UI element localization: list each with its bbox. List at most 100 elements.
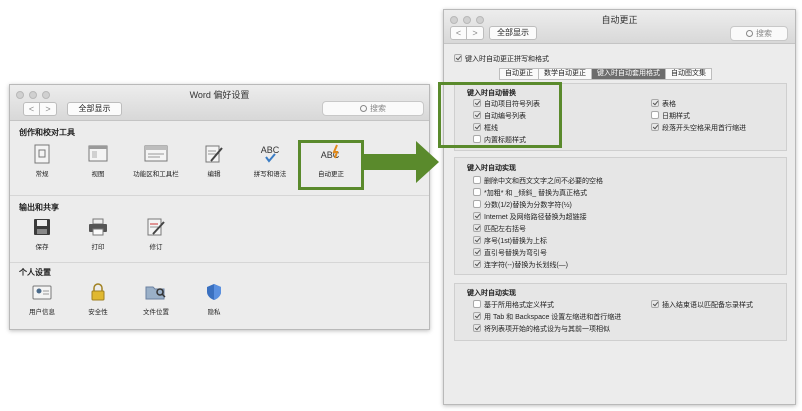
checkbox-row[interactable]: 段落开头空格采用首行缩进: [651, 123, 746, 133]
window-title: Word 偏好设置: [189, 90, 250, 100]
pref-spelling[interactable]: ABC 拼写和语法: [240, 143, 300, 178]
checkbox[interactable]: [473, 188, 481, 196]
back-button[interactable]: <: [23, 102, 40, 116]
checkbox-label: 分数(1/2)替换为分数字符(½): [484, 202, 572, 209]
tab-autoformat-as-you-type[interactable]: 键入时自动套用格式: [592, 68, 666, 80]
security-icon: [91, 283, 105, 301]
track-changes-icon: [147, 218, 165, 236]
checkbox[interactable]: [473, 236, 481, 244]
tab-math-autocorrect[interactable]: 数学自动更正: [539, 68, 592, 80]
search-icon: [360, 105, 367, 112]
search-placeholder: 搜索: [756, 29, 772, 38]
checkbox-label: 删除中文和西文文字之间不必要的空格: [484, 178, 603, 185]
checkbox-row[interactable]: 插入结束语以匹配备忘录样式: [651, 300, 753, 310]
pref-print[interactable]: 打印: [68, 216, 128, 251]
checkbox-row[interactable]: 序号(1st)替换为上标: [473, 236, 547, 246]
title-bar: 自动更正 < > 全部显示 搜索: [444, 10, 795, 44]
checkbox[interactable]: [473, 312, 481, 320]
pref-general[interactable]: 常规: [12, 143, 72, 178]
search-input[interactable]: 搜索: [730, 26, 788, 41]
section-output-sharing: 输出和共享 保存 打印 修订: [10, 196, 429, 263]
pref-label: 用户信息: [29, 309, 55, 316]
autocorrect-as-you-type-checkbox[interactable]: 键入时自动更正拼写和格式: [454, 54, 549, 64]
pref-label: 视图: [91, 171, 105, 178]
checkbox-row[interactable]: 日期样式: [651, 111, 690, 121]
checkbox[interactable]: [651, 300, 659, 308]
show-all-button[interactable]: 全部显示: [489, 26, 537, 40]
checkbox[interactable]: [473, 300, 481, 308]
pref-privacy[interactable]: 隐私: [184, 281, 244, 316]
spelling-icon: ABC: [261, 145, 280, 163]
checkbox[interactable]: [473, 176, 481, 184]
pref-ribbon[interactable]: 功能区和工具栏: [126, 143, 186, 178]
checkbox-row[interactable]: Internet 及网络路径替换为超链接: [473, 212, 587, 222]
pref-label: 安全性: [88, 309, 108, 316]
checkbox[interactable]: [651, 111, 659, 119]
show-all-button[interactable]: 全部显示: [67, 102, 122, 116]
title-bar: Word 偏好设置 < > 全部显示 搜索: [10, 85, 429, 121]
pref-label: 常规: [35, 171, 49, 178]
pref-label: 编辑: [207, 171, 221, 178]
section-title: 个人设置: [19, 268, 51, 277]
checkbox-label: 插入结束语以匹配备忘录样式: [662, 302, 753, 309]
view-icon: [88, 145, 108, 162]
checkbox[interactable]: [473, 212, 481, 220]
checkbox-row[interactable]: *加粗* 和 _倾斜_ 替换为真正格式: [473, 188, 587, 198]
checkbox[interactable]: [473, 200, 481, 208]
checkbox[interactable]: [473, 224, 481, 232]
checkbox-label: 用 Tab 和 Backspace 设置左缩进和首行缩进: [484, 314, 622, 321]
checkbox-label: 直引号替换为弯引号: [484, 250, 547, 257]
pref-label: 保存: [35, 244, 49, 251]
checkbox-row[interactable]: 将列表项开始的格式设为与其前一项相似: [473, 324, 610, 334]
word-preferences-window: Word 偏好设置 < > 全部显示 搜索 创作和校对工具 常规 视图 功能区和…: [9, 84, 430, 330]
section-title: 创作和校对工具: [19, 128, 75, 137]
pref-track-changes[interactable]: 修订: [126, 216, 186, 251]
checkbox-row[interactable]: 表格: [651, 99, 676, 109]
checkbox-row[interactable]: 匹配左右括号: [473, 224, 526, 234]
section-title: 输出和共享: [19, 203, 59, 212]
checkbox-row[interactable]: 直引号替换为弯引号: [473, 248, 547, 258]
pref-save[interactable]: 保存: [12, 216, 72, 251]
checkbox-label: 匹配左右括号: [484, 226, 526, 233]
checkbox-label: 基于所用格式定义样式: [484, 302, 554, 309]
pref-view[interactable]: 视图: [68, 143, 128, 178]
window-title: 自动更正: [601, 15, 638, 25]
pref-label: 拼写和语法: [253, 171, 287, 178]
tab-autotext[interactable]: 自动图文集: [666, 68, 712, 80]
forward-button[interactable]: >: [467, 26, 484, 40]
checkbox-row[interactable]: 分数(1/2)替换为分数字符(½): [473, 200, 572, 210]
pref-edit[interactable]: 编辑: [184, 143, 244, 178]
forward-button[interactable]: >: [40, 102, 57, 116]
pref-file-locations[interactable]: 文件位置: [126, 281, 186, 316]
checkbox[interactable]: [473, 248, 481, 256]
checkbox-label: *加粗* 和 _倾斜_ 替换为真正格式: [484, 190, 588, 197]
checkbox-row[interactable]: 基于所用格式定义样式: [473, 300, 554, 310]
search-input[interactable]: 搜索: [322, 101, 424, 116]
checkbox[interactable]: [651, 123, 659, 131]
green-arrow: [364, 141, 439, 183]
checkbox-row[interactable]: 用 Tab 和 Backspace 设置左缩进和首行缩进: [473, 312, 621, 322]
checkbox-row[interactable]: 删除中文和西文文字之间不必要的空格: [473, 176, 603, 186]
group-title: 键入时自动实现: [467, 165, 516, 172]
replace-group-highlight: [438, 82, 562, 148]
checkbox-row[interactable]: 连字符(--)替换为长划线(—): [473, 260, 568, 270]
pref-label: 功能区和工具栏: [133, 171, 179, 178]
checkbox[interactable]: [651, 99, 659, 107]
checkbox-label: 连字符(--)替换为长划线(—): [484, 262, 568, 269]
tab-autocorrect[interactable]: 自动更正: [499, 68, 539, 80]
privacy-icon: [207, 284, 221, 300]
pref-label: 打印: [91, 244, 105, 251]
back-button[interactable]: <: [450, 26, 467, 40]
save-icon: [34, 219, 50, 235]
checkbox[interactable]: [454, 54, 462, 62]
pref-user-info[interactable]: 用户信息: [12, 281, 72, 316]
tab-bar: 自动更正 数学自动更正 键入时自动套用格式 自动图文集: [499, 68, 712, 80]
checkbox-label: 表格: [662, 101, 676, 108]
apply-as-you-type-group: 键入时自动实现 删除中文和西文文字之间不必要的空格 *加粗* 和 _倾斜_ 替换…: [454, 157, 787, 275]
checkbox[interactable]: [473, 324, 481, 332]
checkbox[interactable]: [473, 260, 481, 268]
checkbox-label: 日期样式: [662, 113, 690, 120]
general-icon: [34, 144, 50, 164]
pref-security[interactable]: 安全性: [68, 281, 128, 316]
checkbox-label: 序号(1st)替换为上标: [484, 238, 547, 245]
